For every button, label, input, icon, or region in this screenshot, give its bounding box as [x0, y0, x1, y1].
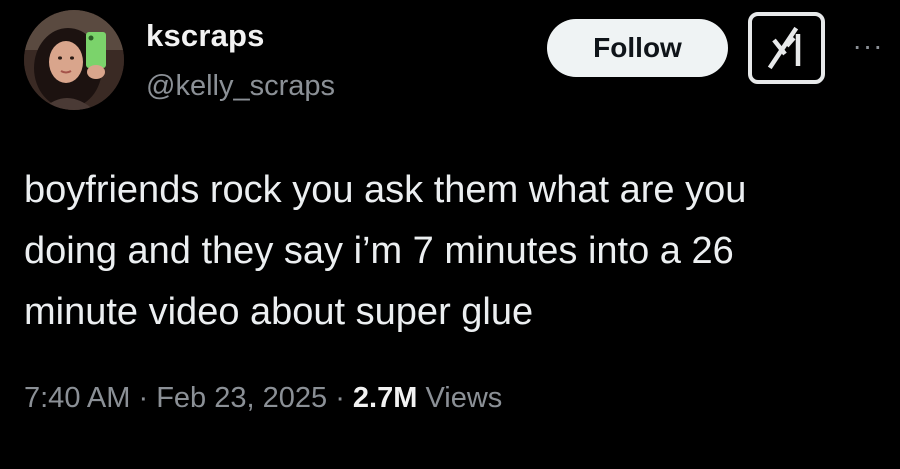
- tweet-date[interactable]: Feb 23, 2025: [156, 382, 327, 414]
- views-label: Views: [425, 382, 503, 414]
- display-name[interactable]: kscraps: [146, 18, 265, 54]
- tweet-text: boyfriends rock you ask them what are yo…: [24, 169, 747, 333]
- grok-icon: [767, 26, 800, 70]
- tweet: kscraps @kelly_scraps Follow ··· boyfrie…: [0, 0, 900, 469]
- tweet-meta: 7:40 AM · Feb 23, 2025 · 2.7M Views: [24, 382, 502, 415]
- avatar[interactable]: [24, 10, 124, 110]
- user-handle[interactable]: @kelly_scraps: [146, 70, 335, 103]
- tweet-time[interactable]: 7:40 AM: [24, 382, 130, 414]
- profile-photo: [24, 10, 124, 110]
- more-icon[interactable]: ···: [848, 26, 888, 66]
- grok-button[interactable]: [748, 12, 825, 84]
- meta-separator: ·: [138, 382, 149, 414]
- follow-button[interactable]: Follow: [547, 19, 728, 77]
- views-count: 2.7M: [352, 382, 418, 414]
- meta-separator: ·: [335, 382, 345, 414]
